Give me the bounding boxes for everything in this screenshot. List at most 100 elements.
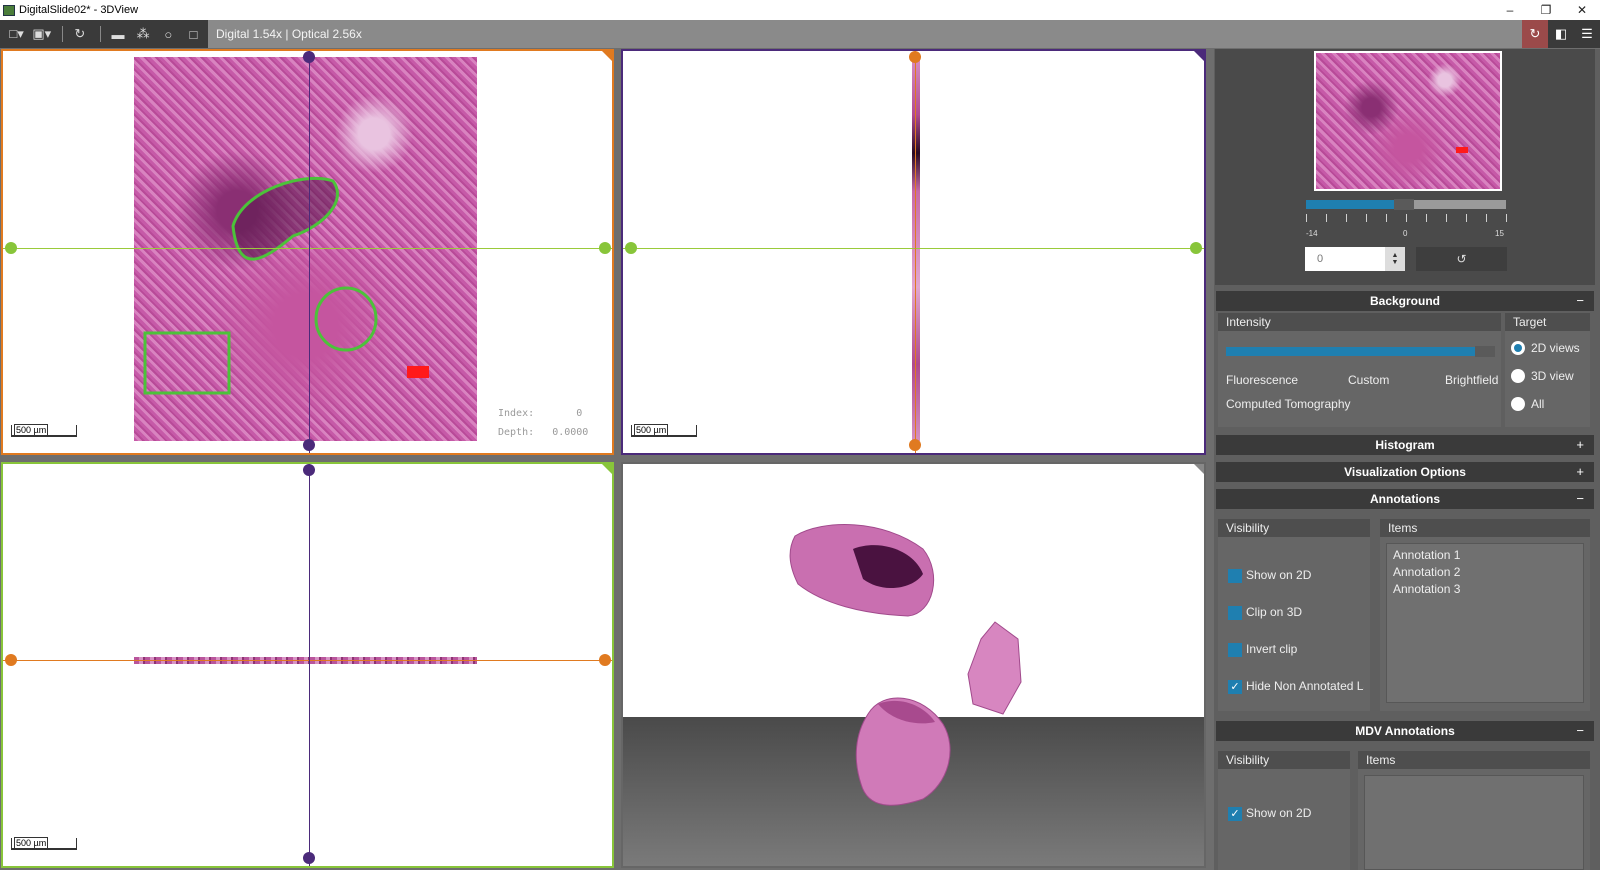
app-icon xyxy=(3,4,15,16)
brightfield-label[interactable]: Brightfield xyxy=(1445,373,1498,387)
target-radio-label[interactable]: 3D view xyxy=(1531,369,1574,383)
slider-min-label: -14 xyxy=(1306,229,1318,238)
layout-icon[interactable]: ◧ xyxy=(1548,20,1574,48)
y-crosshair[interactable] xyxy=(309,51,310,453)
spinbox-arrows[interactable]: ▲ ▼ xyxy=(1385,247,1405,271)
y-crosshair[interactable] xyxy=(309,464,310,866)
yz-view[interactable]: 500 µm xyxy=(621,49,1206,455)
target-radio[interactable] xyxy=(1511,341,1525,355)
z-crosshair[interactable] xyxy=(3,660,612,661)
x-crosshair[interactable] xyxy=(623,248,1204,249)
save-icon[interactable]: ▣▾ xyxy=(31,24,52,44)
checkbox-label[interactable]: Show on 2D xyxy=(1246,568,1311,582)
expand-toggle[interactable]: + xyxy=(1576,437,1584,452)
crosshair-handle[interactable] xyxy=(5,654,17,666)
slider-tick xyxy=(1506,214,1507,222)
zoom-readout: Digital 1.54x | Optical 2.56x xyxy=(216,27,362,41)
toolbar: □▾ ▣▾ ↻ ▬ ⁂ ○ □ Digital 1.54x | Optical … xyxy=(0,20,1600,48)
background-section-header[interactable]: Background − xyxy=(1216,291,1594,311)
polygon-tool-icon[interactable]: ⁂ xyxy=(133,24,154,44)
slider-tick xyxy=(1306,214,1307,222)
slider-max-label: 15 xyxy=(1495,229,1504,238)
computed-tomography-label[interactable]: Computed Tomography xyxy=(1226,397,1351,411)
crosshair-handle[interactable] xyxy=(1190,242,1202,254)
intensity-slider[interactable] xyxy=(1226,346,1496,357)
crosshair-handle[interactable] xyxy=(303,51,315,63)
histogram-section-header[interactable]: Histogram + xyxy=(1216,435,1594,455)
checkbox-label[interactable]: Show on 2D xyxy=(1246,806,1311,820)
crosshair-handle[interactable] xyxy=(599,242,611,254)
open-icon[interactable]: □▾ xyxy=(6,24,27,44)
collapse-toggle[interactable]: − xyxy=(1576,293,1584,308)
slider-tick xyxy=(1426,214,1427,222)
depth-slider-ticks xyxy=(1306,214,1507,224)
sync-button[interactable]: ↺ xyxy=(1416,247,1507,271)
restore-button[interactable]: ❐ xyxy=(1528,0,1564,20)
checkbox-label[interactable]: Hide Non Annotated La xyxy=(1246,679,1364,693)
annotation-rectangle xyxy=(143,331,231,395)
xz-view[interactable]: 500 µm xyxy=(1,462,614,868)
xy-view[interactable]: Index: 0 Depth: 0.0000 500 µm xyxy=(1,49,614,455)
crosshair-handle[interactable] xyxy=(909,439,921,451)
intensity-slider-handle[interactable] xyxy=(1475,346,1496,357)
annotations-list[interactable]: Annotation 1 Annotation 2 Annotation 3 xyxy=(1386,543,1584,703)
menu-icon[interactable]: ☰ xyxy=(1574,20,1600,48)
depth-spinbox[interactable]: 0 ▲ ▼ xyxy=(1305,247,1405,271)
list-item[interactable]: Annotation 2 xyxy=(1393,565,1460,579)
depth-slider-handle[interactable] xyxy=(1394,199,1414,210)
target-radio-label[interactable]: 2D views xyxy=(1531,341,1580,355)
crosshair-handle[interactable] xyxy=(5,242,17,254)
collapse-toggle[interactable]: − xyxy=(1576,491,1584,506)
slider-tick xyxy=(1406,214,1407,222)
slider-tick xyxy=(1386,214,1387,222)
toolbar-tools: □▾ ▣▾ ↻ ▬ ⁂ ○ □ xyxy=(0,20,208,48)
visibility-checkbox[interactable] xyxy=(1228,606,1242,620)
mdv-items-body xyxy=(1358,769,1590,870)
z-crosshair[interactable] xyxy=(915,51,916,453)
scale-bar: 500 µm xyxy=(631,424,697,437)
index-depth-readout: Index: 0 Depth: 0.0000 xyxy=(498,408,589,438)
visibility-checkbox[interactable]: ✓ xyxy=(1228,807,1242,821)
crosshair-handle[interactable] xyxy=(909,51,921,63)
target-radio[interactable] xyxy=(1511,397,1525,411)
position-marker xyxy=(407,366,429,378)
navigator-thumbnail[interactable] xyxy=(1314,51,1502,191)
slider-tick xyxy=(1366,214,1367,222)
crosshair-handle[interactable] xyxy=(625,242,637,254)
x-crosshair[interactable] xyxy=(3,248,612,249)
crosshair-handle[interactable] xyxy=(303,439,315,451)
crosshair-handle[interactable] xyxy=(303,852,315,864)
3d-view[interactable] xyxy=(621,462,1206,868)
intensity-slider-fill xyxy=(1226,347,1476,356)
list-item[interactable]: Annotation 1 xyxy=(1393,548,1460,562)
checkbox-label[interactable]: Invert clip xyxy=(1246,642,1297,656)
crosshair-handle[interactable] xyxy=(303,464,315,476)
refresh-icon[interactable]: ↻ xyxy=(1522,20,1548,48)
close-button[interactable]: ✕ xyxy=(1564,0,1600,20)
annotations-section-header[interactable]: Annotations − xyxy=(1216,489,1594,509)
rectangle-tool-icon[interactable]: □ xyxy=(183,24,204,44)
minimize-button[interactable]: – xyxy=(1492,0,1528,20)
scale-bar: 500 µm xyxy=(11,424,77,437)
visibility-checkbox[interactable] xyxy=(1228,643,1242,657)
visibility-checkbox[interactable]: ✓ xyxy=(1228,680,1242,694)
list-item[interactable]: Annotation 3 xyxy=(1393,582,1460,596)
annotations-items-body: Annotation 1 Annotation 2 Annotation 3 xyxy=(1380,537,1590,711)
visualization-section-header[interactable]: Visualization Options + xyxy=(1216,462,1594,482)
mdv-section-header[interactable]: MDV Annotations − xyxy=(1216,721,1594,741)
visibility-checkbox[interactable] xyxy=(1228,569,1242,583)
mdv-items-list[interactable] xyxy=(1364,775,1584,870)
reset-view-icon[interactable]: ↻ xyxy=(69,24,90,44)
target-radio-label[interactable]: All xyxy=(1531,397,1544,411)
custom-label[interactable]: Custom xyxy=(1348,373,1389,387)
fluorescence-label[interactable]: Fluorescence xyxy=(1226,373,1298,387)
toolbar-separator xyxy=(62,26,64,42)
crosshair-handle[interactable] xyxy=(599,654,611,666)
circle-tool-icon[interactable]: ○ xyxy=(158,24,179,44)
expand-toggle[interactable]: + xyxy=(1576,464,1584,479)
depth-slider[interactable] xyxy=(1306,199,1506,210)
collapse-toggle[interactable]: − xyxy=(1576,723,1584,738)
ruler-icon[interactable]: ▬ xyxy=(107,24,128,44)
target-radio[interactable] xyxy=(1511,369,1525,383)
checkbox-label[interactable]: Clip on 3D xyxy=(1246,605,1302,619)
